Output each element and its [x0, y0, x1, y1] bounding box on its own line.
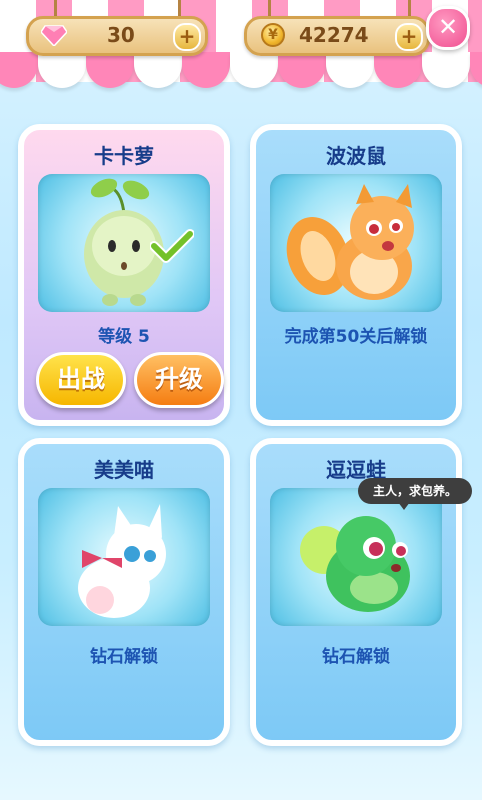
pet-card-bobo[interactable]: 波波鼠 完成第50关后解锁: [250, 124, 462, 426]
add-coins-button[interactable]: +: [395, 23, 423, 51]
pet-portrait-kitten: [38, 488, 210, 626]
coin-count: 42274: [299, 23, 369, 47]
close-button[interactable]: ✕: [426, 6, 470, 50]
orange-hamster-pet-icon: [286, 184, 414, 300]
pet-level: 等级 5: [98, 327, 150, 347]
gem-counter: 30 +: [26, 16, 208, 56]
unlock-requirement: 完成第50关后解锁: [284, 327, 428, 347]
pet-portrait-hamster: [270, 174, 442, 312]
white-kitten-pet-icon: [78, 504, 166, 618]
diamond-icon: [41, 25, 67, 46]
selected-check-icon: [150, 229, 194, 263]
coin-icon: ¥: [261, 23, 285, 47]
pet-card-kakaluo[interactable]: 卡卡萝 等级 5 出战 升级: [18, 124, 230, 426]
upgrade-button[interactable]: 升级: [134, 352, 224, 408]
pet-portrait-frog: [270, 488, 442, 626]
awning-scallops: [0, 52, 482, 92]
coin-counter: ¥ 42274 +: [244, 16, 430, 56]
unlock-requirement: 钻石解锁: [90, 647, 158, 667]
green-frog-pet-icon: [300, 516, 410, 612]
pet-card-meimei[interactable]: 美美喵 钻石解锁: [18, 438, 230, 746]
gem-count: 30: [107, 23, 135, 47]
pet-name: 波波鼠: [326, 144, 386, 168]
pet-speech-bubble: 主人，求包养。: [358, 478, 472, 510]
pet-name: 卡卡萝: [94, 144, 154, 168]
unlock-requirement: 钻石解锁: [322, 647, 390, 667]
battle-button[interactable]: 出战: [36, 352, 126, 408]
add-gems-button[interactable]: +: [173, 23, 201, 51]
pet-name: 美美喵: [94, 458, 154, 482]
